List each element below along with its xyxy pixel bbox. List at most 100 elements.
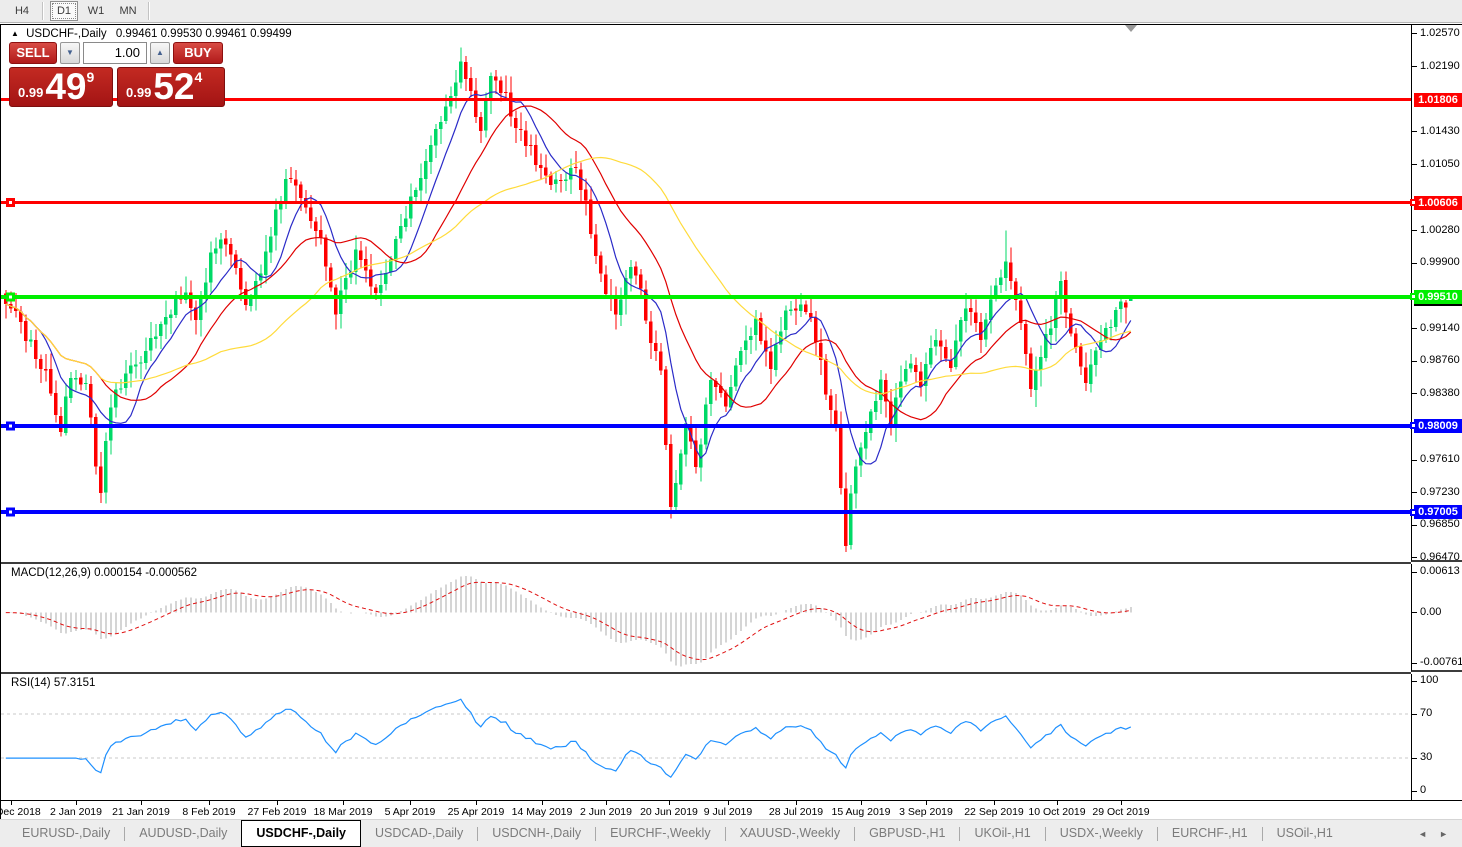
date-axis-label: 28 Jul 2019 [768, 806, 824, 818]
tab-gbpusd-h1[interactable]: GBPUSD-,H1 [855, 820, 959, 847]
date-axis-tick [76, 801, 77, 805]
rsi-axis-tick [1412, 790, 1417, 792]
chart-ohlc-values: 0.99461 0.99530 0.99461 0.99499 [115, 28, 292, 40]
price-axis-label: 1.00280 [1420, 223, 1460, 236]
tabs-scroll-right-button[interactable]: ► [1439, 829, 1448, 839]
price-axis-label: 0.97610 [1420, 453, 1460, 466]
price-level-badge[interactable]: 1.01806 [1414, 92, 1462, 107]
price-axis-tick [1412, 33, 1417, 35]
timeframe-button-h4[interactable]: H4 [8, 1, 36, 21]
volume-decrease-button[interactable]: ▼ [60, 42, 80, 64]
sell-price-sup: 9 [86, 69, 95, 85]
price-level-badge[interactable]: 0.97005 [1414, 505, 1462, 519]
price-axis-label: 0.99140 [1420, 321, 1460, 334]
buy-price-prefix: 0.99 [126, 85, 152, 100]
tab-usdchf-daily[interactable]: USDCHF-,Daily [241, 820, 361, 847]
tab-eurchf-weekly[interactable]: EURCHF-,Weekly [596, 820, 724, 847]
price-axis-label: 1.02570 [1420, 26, 1460, 39]
tab-xauusd-weekly[interactable]: XAUUSD-,Weekly [726, 820, 854, 847]
date-axis-tick [1057, 801, 1058, 805]
tab-eurusd-daily[interactable]: EURUSD-,Daily [8, 820, 124, 847]
volume-input[interactable]: 1.00 [83, 42, 147, 64]
tab-scroll-buttons: ◄ ► [1418, 820, 1462, 847]
date-axis-tick [141, 801, 142, 805]
date-axis[interactable]: 14 Dec 2018 2 Jan 2019 21 Jan 2019 8 Feb 20… [0, 800, 1462, 821]
date-axis-tick [926, 801, 927, 805]
macd-signal-line [5, 581, 1131, 661]
price-axis-label: 0.96850 [1420, 518, 1460, 531]
price-axis-label: 1.01430 [1420, 124, 1460, 137]
tab-ukoil-h1[interactable]: UKOil-,H1 [960, 820, 1044, 847]
timeframe-button-mn[interactable]: MN [114, 1, 142, 21]
buy-price-big: 52 [153, 66, 195, 107]
date-axis-tick [209, 801, 210, 805]
moving-average-line-8 [5, 91, 1132, 465]
price-axis-tick [1412, 459, 1417, 461]
rsi-indicator-canvas[interactable] [1, 674, 1411, 800]
chart-symbol-label: USDCHF-,Daily [26, 28, 107, 40]
timeframe-button-w1[interactable]: W1 [82, 1, 110, 21]
toolbar-separator [42, 2, 44, 20]
sell-price-big: 49 [45, 66, 87, 107]
date-axis-tick [994, 801, 995, 805]
price-level-badge-handle[interactable] [1410, 508, 1417, 516]
rsi-line [5, 698, 1132, 779]
price-level-badge-handle[interactable] [1410, 199, 1417, 207]
price-level-badge-handle[interactable] [1410, 293, 1417, 301]
date-axis-tick [343, 801, 344, 805]
date-axis-label: 5 Apr 2019 [384, 806, 436, 818]
price-axis[interactable]: 1.02570 1.02190 1.01430 1.01050 1.00280 0.999… [1410, 25, 1462, 563]
price-axis-tick [1412, 393, 1417, 395]
timeframe-button-d1[interactable]: D1 [50, 1, 78, 21]
toolbar-separator [148, 2, 150, 20]
macd-axis-tick [1412, 612, 1417, 614]
price-axis-label: 0.99900 [1420, 256, 1460, 269]
rsi-axis[interactable]: 100 70 30 0 [1411, 674, 1462, 800]
date-axis-label: 9 Jul 2019 [703, 806, 753, 818]
rsi-axis-label: 30 [1420, 751, 1433, 763]
buy-price-button[interactable]: 0.99 52 4 [117, 67, 225, 107]
date-axis-tick [861, 801, 862, 805]
tab-usdcad-daily[interactable]: USDCAD-,Daily [361, 820, 477, 847]
rsi-axis-label: 70 [1420, 707, 1433, 719]
macd-indicator-canvas[interactable] [1, 564, 1411, 674]
chart-tab-bar: EURUSD-,Daily AUDUSD-,Daily USDCHF-,Daily U… [0, 819, 1462, 847]
price-level-line [1, 423, 1411, 428]
rsi-axis-label: 0 [1420, 784, 1427, 796]
price-axis-label: 1.02190 [1420, 59, 1460, 72]
macd-axis[interactable]: 0.00613 0.00 -0.007612 [1411, 564, 1462, 672]
sell-price-button[interactable]: 0.99 49 9 [9, 67, 113, 107]
date-axis-tick [728, 801, 729, 805]
price-level-badge-handle[interactable] [1410, 422, 1417, 430]
moving-average-line-44 [5, 156, 1131, 395]
date-axis-label: 2 Jan 2019 [50, 806, 102, 818]
price-level-badge[interactable]: 0.99510 [1414, 289, 1462, 306]
price-level-badge[interactable]: 0.98009 [1414, 418, 1462, 433]
tab-usdx-weekly[interactable]: USDX-,Weekly [1046, 820, 1157, 847]
price-axis-label: 0.98380 [1420, 386, 1460, 399]
tab-usdcnh-daily[interactable]: USDCNH-,Daily [478, 820, 595, 847]
mt4-application: H4 D1 W1 MN 1.02570 1.02190 1.01430 1.01050 1.0… [0, 0, 1462, 847]
date-axis-tick [476, 801, 477, 805]
macd-axis-tick [1412, 662, 1417, 664]
chart-collapse-icon[interactable]: ▲ [11, 29, 19, 38]
price-axis-tick [1412, 66, 1417, 68]
date-axis-label: 25 Apr 2019 [447, 806, 505, 818]
price-level-badge[interactable]: 1.00606 [1414, 195, 1462, 210]
one-click-trading-panel: SELL ▼ 1.00 ▲ BUY 0.99 49 9 0.99 52 4 [9, 42, 225, 107]
tab-eurchf-h1[interactable]: EURCHF-,H1 [1158, 820, 1262, 847]
macd-histogram [10, 575, 1132, 667]
tabs-scroll-left-button[interactable]: ◄ [1418, 829, 1427, 839]
buy-button[interactable]: BUY [173, 42, 223, 64]
volume-increase-button[interactable]: ▲ [150, 42, 170, 64]
sell-button[interactable]: SELL [9, 42, 57, 64]
price-axis-tick [1412, 164, 1417, 165]
date-axis-tick [669, 801, 670, 805]
tab-audusd-daily[interactable]: AUDUSD-,Daily [125, 820, 241, 847]
price-axis-tick [1412, 262, 1417, 264]
macd-axis-tick [1412, 571, 1417, 573]
price-level-line [1, 201, 1411, 205]
tab-usoil-h1[interactable]: USOil-,H1 [1263, 820, 1347, 847]
date-axis-label: 15 Aug 2019 [831, 806, 891, 818]
moving-average-line-20 [5, 105, 1132, 421]
